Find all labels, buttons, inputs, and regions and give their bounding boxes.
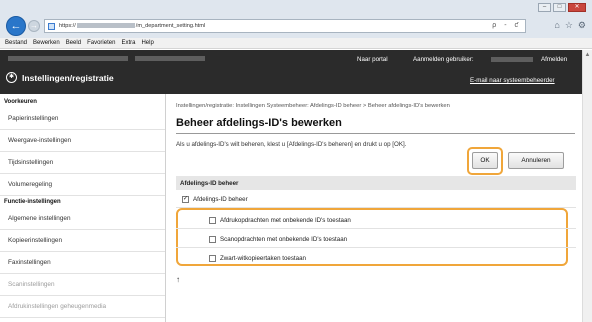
department-id-checkbox[interactable]: ✓ (182, 196, 189, 203)
menu-tools[interactable]: Extra (119, 38, 139, 48)
allow-print-jobs-label: Afdrukopdrachten met onbekende ID's toes… (220, 217, 351, 224)
sidebar-group-preferences: Voorkeuren (4, 99, 37, 105)
sidebar-item-media-print[interactable]: Afdrukinstellingen geheugenmedia (0, 296, 165, 318)
sidebar-item-time[interactable]: Tijdsinstellingen (0, 152, 165, 174)
sidebar-item-label: Faxinstellingen (8, 259, 51, 266)
star-icon[interactable]: ☆ (565, 20, 573, 31)
allow-scan-jobs-checkbox[interactable] (209, 236, 216, 243)
app-header: ✱ Instellingen/registratie Naar portal A… (0, 50, 582, 94)
close-button[interactable]: ✕ (568, 3, 586, 12)
scroll-up-icon[interactable]: ▲ (584, 52, 591, 59)
ok-button[interactable]: OK (472, 152, 498, 169)
sidebar-item-display[interactable]: Weergave-instellingen (0, 130, 165, 152)
sidebar-item-label: Afdrukinstellingen geheugenmedia (8, 303, 107, 310)
url-prefix: https:// (59, 23, 76, 29)
menu-view[interactable]: Beeld (64, 38, 85, 48)
allow-bw-copy-checkbox[interactable] (209, 255, 216, 262)
menu-edit[interactable]: Bewerken (31, 38, 64, 48)
sidebar-item-paper[interactable]: Papierinstellingen (0, 108, 165, 130)
allow-bw-copy-label: Zwart-witkopieertaken toestaan (220, 255, 306, 262)
row-divider (176, 228, 576, 229)
minimize-button[interactable]: – (538, 3, 551, 12)
address-controls[interactable]: ρ - ƈ (492, 22, 521, 29)
allow-print-jobs-checkbox[interactable] (209, 217, 216, 224)
device-info-redacted (135, 56, 205, 61)
allow-scan-jobs-label: Scanopdrachten met onbekende ID's toesta… (220, 236, 348, 243)
url-redacted (76, 23, 135, 29)
device-name-redacted (8, 56, 128, 61)
home-icon[interactable]: ⌂ (554, 20, 559, 31)
breadcrumb: Instellingen/registratie: Instellingen S… (176, 103, 450, 109)
mail-admin-link[interactable]: E-mail naar systeembeheerder (470, 77, 555, 84)
portal-link[interactable]: Naar portal (357, 56, 388, 63)
browser-nav-row: ← → https:// /m_department_setting.html ρ… (0, 14, 592, 38)
url-suffix: /m_department_setting.html (135, 23, 206, 29)
sidebar-item-general[interactable]: Algemene instellingen (0, 208, 165, 230)
menu-bar: Bestand Bewerken Beeld Favorieten Extra … (0, 38, 592, 49)
menu-favorites[interactable]: Favorieten (85, 38, 119, 48)
page-scrollbar[interactable]: ▲ (582, 50, 592, 322)
back-button[interactable]: ← (6, 16, 26, 36)
title-divider (176, 133, 575, 134)
sidebar-item-label: Kopieerinstellingen (8, 237, 63, 244)
back-to-top-link[interactable]: ↑ (176, 275, 180, 284)
sidebar-item-label: Tijdsinstellingen (8, 159, 54, 166)
app-title: Instellingen/registratie (22, 73, 114, 83)
window-controls: – □ ✕ (538, 3, 586, 12)
browser-tool-icons: ⌂ ☆ ⚙ (554, 20, 586, 31)
sidebar-item-label: Papierinstellingen (8, 115, 59, 122)
section-header: Afdelings-ID beheer (176, 176, 576, 190)
url-text: https:// /m_department_setting.html (59, 23, 205, 29)
sidebar-item-label: Volumeregeling (8, 181, 53, 188)
sidebar-item-volume[interactable]: Volumeregeling (0, 174, 165, 196)
menu-help[interactable]: Help (139, 38, 157, 48)
sidebar-group-functions: Functie-instellingen (4, 199, 61, 205)
instruction-text: Als u afdelings-ID's wilt beheren, klest… (176, 141, 407, 148)
logout-link[interactable]: Afmelden (541, 56, 567, 63)
page-title: Beheer afdelings-ID's bewerken (176, 117, 342, 129)
maximize-button[interactable]: □ (553, 3, 566, 12)
sidebar-item-copy[interactable]: Kopieerinstellingen (0, 230, 165, 252)
forward-button[interactable]: → (28, 20, 40, 32)
department-id-checkbox-label: Afdelings-ID beheer (193, 196, 248, 203)
cancel-button[interactable]: Annuleren (508, 152, 564, 169)
login-user-label: Aanmelden gebruiker: (413, 56, 474, 63)
menu-file[interactable]: Bestand (3, 38, 31, 48)
sidebar: Voorkeuren Papierinstellingen Weergave-i… (0, 94, 166, 322)
sidebar-item-scan[interactable]: Scaninstellingen (0, 274, 165, 296)
address-bar[interactable]: https:// /m_department_setting.html ρ - ƈ (44, 19, 526, 33)
row-divider (176, 247, 576, 248)
sidebar-item-label: Weergave-instellingen (8, 137, 72, 144)
section-title: Afdelings-ID beheer (180, 180, 239, 187)
page-icon (48, 23, 55, 30)
username-redacted (491, 57, 533, 62)
gear-icon[interactable]: ⚙ (578, 20, 586, 31)
sidebar-item-label: Algemene instellingen (8, 215, 71, 222)
settings-logo-icon: ✱ (6, 72, 17, 83)
sidebar-item-fax[interactable]: Faxinstellingen (0, 252, 165, 274)
sidebar-item-label: Scaninstellingen (8, 281, 55, 288)
